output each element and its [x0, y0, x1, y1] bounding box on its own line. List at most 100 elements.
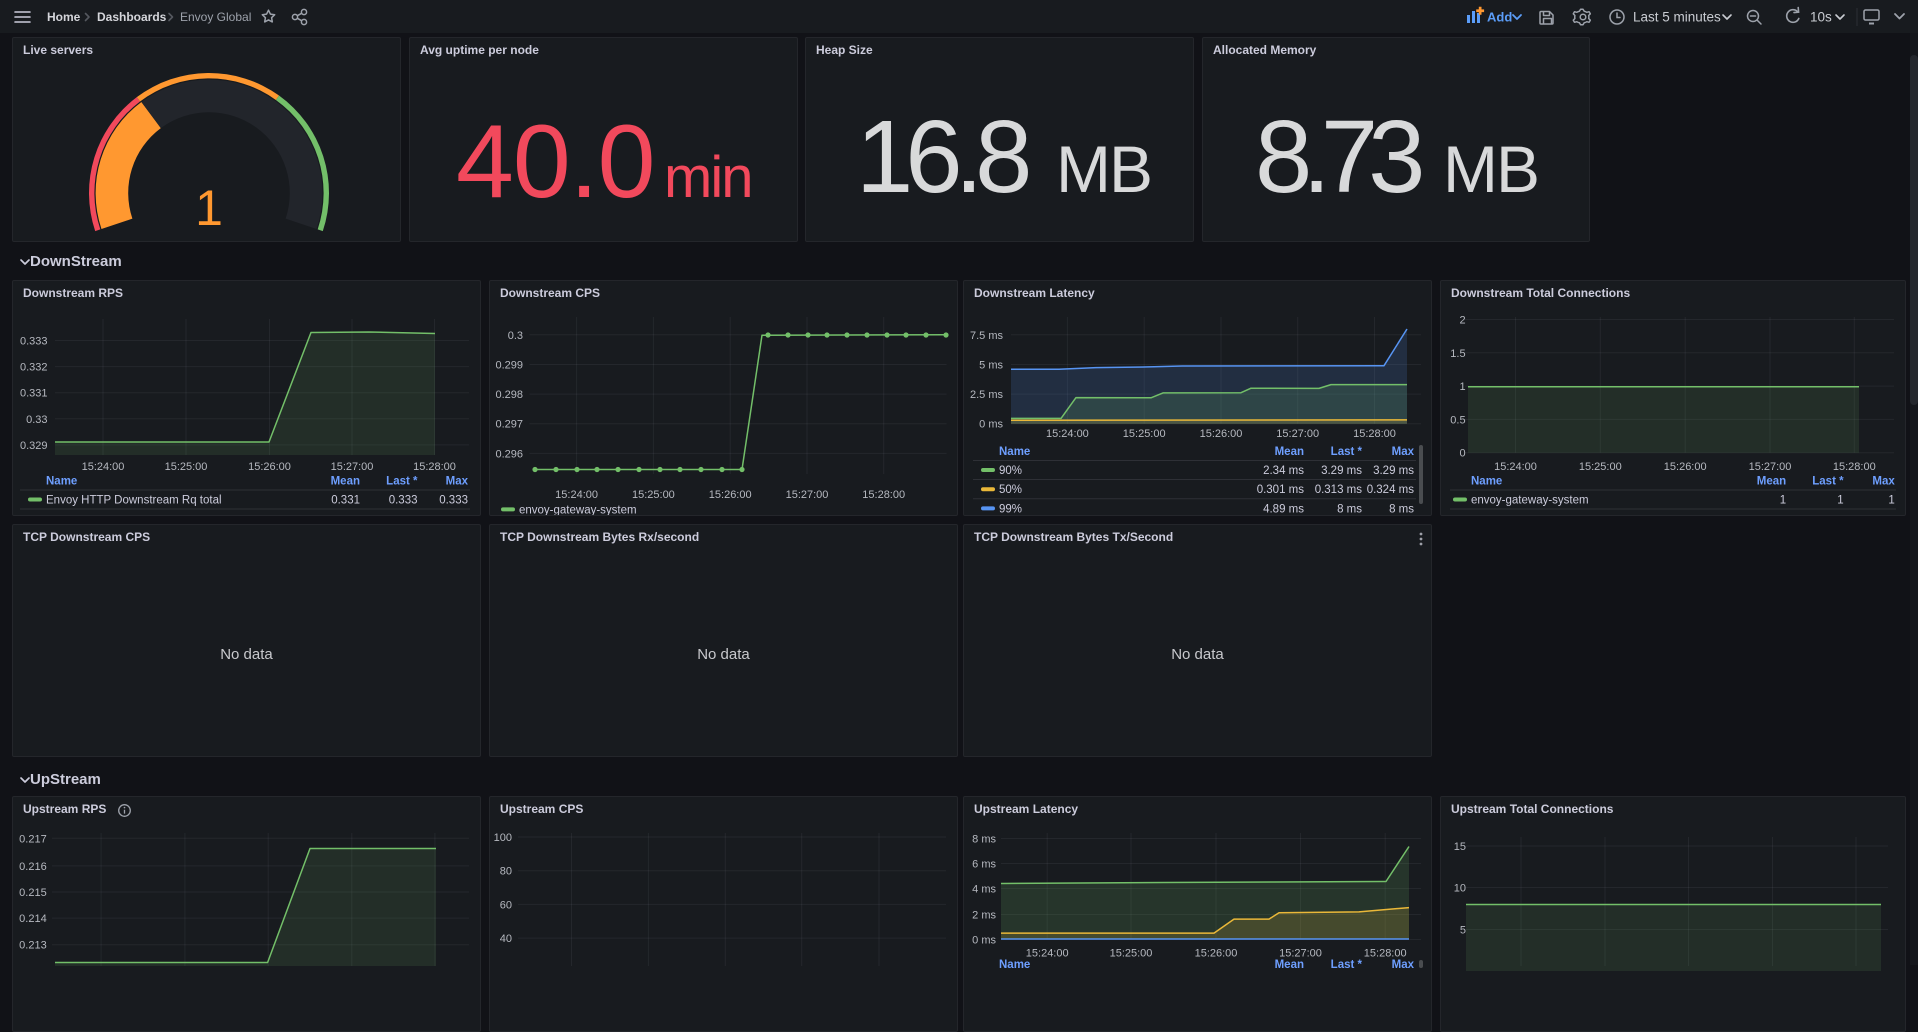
svg-text:2.34 ms: 2.34 ms — [1263, 465, 1304, 477]
svg-text:50%: 50% — [999, 484, 1022, 496]
svg-text:0.333: 0.333 — [389, 495, 418, 507]
svg-text:0.5: 0.5 — [1450, 414, 1465, 426]
svg-text:10s: 10s — [1810, 10, 1832, 25]
svg-text:1: 1 — [1837, 495, 1843, 507]
svg-text:8 ms: 8 ms — [1389, 503, 1414, 515]
svg-text:1.5: 1.5 — [1450, 348, 1465, 360]
svg-text:Last 5 minutes: Last 5 minutes — [1633, 10, 1721, 25]
svg-text:0.313 ms: 0.313 ms — [1315, 484, 1363, 496]
svg-text:0.296: 0.296 — [495, 448, 523, 460]
svg-text:1: 1 — [195, 180, 223, 236]
svg-text:0 ms: 0 ms — [972, 935, 996, 947]
svg-text:Mean: Mean — [1275, 446, 1304, 458]
svg-text:15: 15 — [1454, 841, 1466, 853]
svg-text:Name: Name — [1471, 476, 1502, 488]
svg-text:0.216: 0.216 — [19, 861, 47, 873]
svg-text:0.301 ms: 0.301 ms — [1257, 484, 1305, 496]
svg-text:MB: MB — [1056, 132, 1151, 206]
svg-text:2.5 ms: 2.5 ms — [970, 389, 1004, 401]
svg-text:15:25:00: 15:25:00 — [1579, 461, 1622, 473]
svg-text:0.329: 0.329 — [20, 440, 48, 452]
svg-text:1: 1 — [1888, 495, 1894, 507]
svg-text:0 ms: 0 ms — [979, 419, 1003, 431]
svg-text:15:25:00: 15:25:00 — [632, 489, 675, 501]
svg-text:8 ms: 8 ms — [1337, 503, 1362, 515]
svg-text:8 ms: 8 ms — [972, 834, 996, 846]
svg-text:4 ms: 4 ms — [972, 884, 996, 896]
svg-text:60: 60 — [500, 899, 512, 911]
svg-text:10: 10 — [1454, 883, 1466, 895]
svg-text:3.29 ms: 3.29 ms — [1373, 465, 1414, 477]
svg-text:99%: 99% — [999, 503, 1022, 515]
svg-text:100: 100 — [494, 832, 512, 844]
svg-text:16.8: 16.8 — [856, 99, 1028, 214]
svg-text:Max: Max — [1392, 446, 1415, 458]
svg-text:Name: Name — [999, 959, 1030, 971]
svg-text:5 ms: 5 ms — [979, 360, 1003, 372]
svg-text:0.213: 0.213 — [19, 940, 47, 952]
svg-text:15:25:00: 15:25:00 — [1110, 948, 1153, 960]
svg-text:0.331: 0.331 — [331, 495, 360, 507]
svg-text:15:25:00: 15:25:00 — [1123, 428, 1166, 440]
svg-text:0.333: 0.333 — [20, 336, 48, 348]
svg-text:0.298: 0.298 — [495, 389, 523, 401]
svg-text:Last *: Last * — [1331, 959, 1363, 971]
svg-text:15:26:00: 15:26:00 — [1195, 948, 1238, 960]
svg-text:Home: Home — [47, 10, 81, 24]
svg-text:8.73: 8.73 — [1255, 99, 1421, 214]
svg-text:0.33: 0.33 — [26, 414, 47, 426]
svg-text:0.215: 0.215 — [19, 887, 47, 899]
svg-text:15:26:00: 15:26:00 — [709, 489, 752, 501]
svg-text:15:24:00: 15:24:00 — [82, 461, 125, 473]
svg-text:0.3: 0.3 — [508, 330, 523, 342]
svg-text:Envoy HTTP Downstream Rq total: Envoy HTTP Downstream Rq total — [46, 495, 222, 507]
svg-text:15:26:00: 15:26:00 — [248, 461, 291, 473]
svg-text:Dashboards: Dashboards — [97, 10, 167, 24]
svg-text:envoy-gateway-system: envoy-gateway-system — [519, 504, 637, 516]
svg-text:15:28:00: 15:28:00 — [862, 489, 905, 501]
svg-text:0: 0 — [1459, 448, 1465, 460]
svg-text:15:26:00: 15:26:00 — [1664, 461, 1707, 473]
svg-text:15:24:00: 15:24:00 — [1494, 461, 1537, 473]
svg-text:40.0: 40.0 — [456, 104, 654, 220]
svg-text:15:27:00: 15:27:00 — [786, 489, 829, 501]
svg-text:15:27:00: 15:27:00 — [1276, 428, 1319, 440]
svg-text:0.217: 0.217 — [19, 833, 47, 845]
svg-text:Last *: Last * — [1331, 446, 1363, 458]
svg-text:0.332: 0.332 — [20, 362, 48, 374]
svg-text:Max: Max — [446, 476, 469, 488]
svg-text:15:28:00: 15:28:00 — [1353, 428, 1396, 440]
svg-text:15:27:00: 15:27:00 — [1749, 461, 1792, 473]
svg-text:1: 1 — [1780, 495, 1786, 507]
svg-text:Envoy Global: Envoy Global — [180, 10, 251, 24]
svg-text:envoy-gateway-system: envoy-gateway-system — [1471, 495, 1589, 507]
svg-text:0.324 ms: 0.324 ms — [1367, 484, 1415, 496]
svg-text:15:26:00: 15:26:00 — [1200, 428, 1243, 440]
svg-text:15:25:00: 15:25:00 — [165, 461, 208, 473]
svg-text:Max: Max — [1872, 476, 1895, 488]
svg-text:90%: 90% — [999, 465, 1022, 477]
svg-text:Mean: Mean — [331, 476, 360, 488]
svg-text:15:28:00: 15:28:00 — [1833, 461, 1876, 473]
svg-text:1: 1 — [1459, 381, 1465, 393]
svg-text:15:24:00: 15:24:00 — [1026, 948, 1069, 960]
svg-text:0.297: 0.297 — [495, 419, 523, 431]
svg-text:Max: Max — [1392, 959, 1415, 971]
svg-text:15:27:00: 15:27:00 — [331, 461, 374, 473]
svg-text:2: 2 — [1459, 315, 1465, 327]
svg-text:Last *: Last * — [1812, 476, 1844, 488]
svg-text:0.299: 0.299 — [495, 360, 523, 372]
svg-text:min: min — [664, 145, 751, 210]
svg-text:MB: MB — [1443, 132, 1538, 206]
svg-text:Mean: Mean — [1275, 959, 1304, 971]
svg-text:Add: Add — [1487, 10, 1512, 25]
svg-text:80: 80 — [500, 866, 512, 878]
svg-text:5: 5 — [1460, 925, 1466, 937]
svg-text:4.89 ms: 4.89 ms — [1263, 503, 1304, 515]
svg-text:15:28:00: 15:28:00 — [413, 461, 456, 473]
svg-text:7.5 ms: 7.5 ms — [970, 330, 1004, 342]
svg-text:3.29 ms: 3.29 ms — [1321, 465, 1362, 477]
svg-text:Mean: Mean — [1757, 476, 1786, 488]
svg-text:15:28:00: 15:28:00 — [1364, 948, 1407, 960]
svg-text:Name: Name — [999, 446, 1030, 458]
